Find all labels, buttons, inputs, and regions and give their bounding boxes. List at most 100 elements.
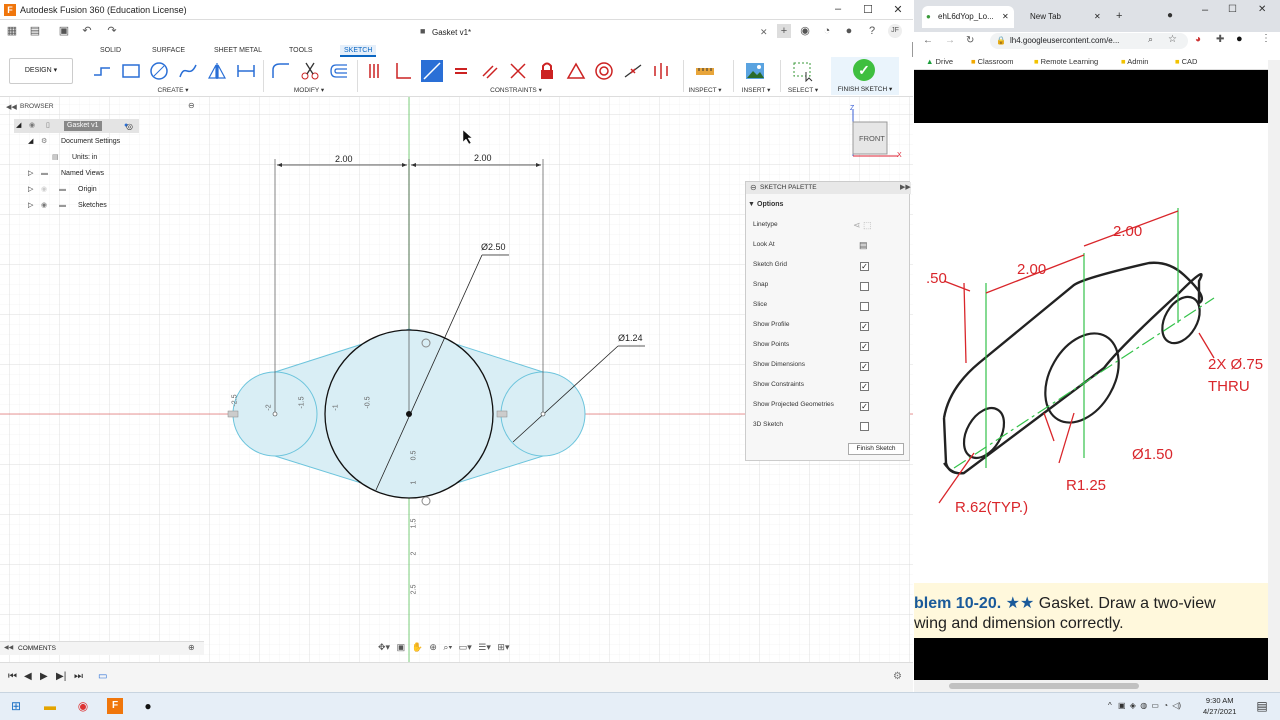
maximize-button[interactable]: ☐ xyxy=(860,3,876,16)
lock-constraint-icon[interactable] xyxy=(536,60,558,82)
viewcube[interactable]: FRONT Z X xyxy=(846,104,906,164)
measure-tool-icon[interactable] xyxy=(694,60,716,82)
display-settings-icon[interactable]: ▭▾ xyxy=(459,642,472,652)
show-projected-checkbox[interactable]: ✓ xyxy=(860,402,869,411)
dimension-left-value[interactable]: 2.00 xyxy=(335,154,353,164)
zoom-icon[interactable]: ⊕ xyxy=(429,642,437,652)
timeline-settings-icon[interactable]: ⚙ xyxy=(893,671,902,682)
workspace-switcher[interactable]: DESIGN ▾ xyxy=(9,58,73,84)
expand-icon[interactable]: ▷ xyxy=(28,167,33,181)
notifications-icon[interactable]: ● xyxy=(842,24,856,38)
taskbar-clock[interactable]: 9:30 AM 4/27/2021 xyxy=(1203,695,1236,717)
minimize-button[interactable]: – xyxy=(830,3,846,15)
line-tool-icon[interactable] xyxy=(91,60,113,82)
tab-close-icon[interactable]: ✕ xyxy=(1094,6,1101,28)
spline-tool-icon[interactable] xyxy=(177,60,199,82)
small-diameter-value[interactable]: Ø1.24 xyxy=(618,333,643,343)
file-explorer-icon[interactable]: ▬ xyxy=(42,698,58,714)
tab-sketch[interactable]: SKETCH xyxy=(340,45,377,57)
comments-collapse-icon[interactable]: ◀◀ xyxy=(4,644,13,651)
chrome-tab-new[interactable]: New Tab ✕ xyxy=(1014,6,1106,28)
constraints-group-label[interactable]: CONSTRAINTS ▾ xyxy=(483,86,549,94)
eye-icon[interactable]: ◉ xyxy=(29,119,35,133)
timeline-prev-icon[interactable]: ◀ xyxy=(24,671,32,682)
notifications-center-icon[interactable]: ▤ xyxy=(1254,698,1270,714)
dimension-tool-icon[interactable] xyxy=(235,60,257,82)
viewcube-face-label[interactable]: FRONT xyxy=(859,134,885,143)
timeline-sketch-feature-icon[interactable]: ▭ xyxy=(98,671,107,682)
rectangle-tool-icon[interactable] xyxy=(120,60,142,82)
save-icon[interactable]: ▣ xyxy=(57,24,71,38)
perpendicular-x-constraint-icon[interactable] xyxy=(507,60,529,82)
tray-app-icon[interactable]: ◈ xyxy=(1130,701,1136,710)
offset-tool-icon[interactable] xyxy=(328,60,350,82)
grid-settings-icon[interactable]: ☰▾ xyxy=(478,642,491,652)
scrollbar-thumb[interactable] xyxy=(949,683,1139,689)
expand-icon[interactable]: ▷ xyxy=(28,199,33,213)
bookmark-classroom[interactable]: ■ Classroom xyxy=(971,57,1013,66)
tab-close-icon[interactable]: ✕ xyxy=(1002,6,1009,28)
tab-sheet-metal[interactable]: SHEET METAL xyxy=(214,45,262,57)
pan-icon[interactable]: ✋ xyxy=(412,642,423,652)
palette-options-icon[interactable]: ⊖ xyxy=(750,183,757,192)
trim-tool-icon[interactable] xyxy=(299,60,321,82)
bookmark-cad[interactable]: ■ CAD xyxy=(1175,57,1197,66)
show-constraints-checkbox[interactable]: ✓ xyxy=(860,382,869,391)
browser-item-origin[interactable]: ▷ ◉ ▬ Origin xyxy=(26,183,186,197)
options-section-label[interactable]: Options xyxy=(757,201,783,208)
back-icon[interactable]: ← xyxy=(923,35,933,46)
eye-icon[interactable]: ◉ xyxy=(41,183,47,197)
palette-expand-icon[interactable]: ▶▶ xyxy=(900,183,911,191)
bookmark-star-icon[interactable]: ☆ xyxy=(1168,34,1177,45)
timeline-start-icon[interactable]: ⏮ xyxy=(8,671,17,682)
chrome-menu-icon[interactable]: ⋮ xyxy=(1261,33,1271,44)
job-status-icon[interactable]: ◔ xyxy=(820,24,834,38)
create-group-label[interactable]: CREATE ▾ xyxy=(150,86,196,94)
palette-finish-sketch-button[interactable]: Finish Sketch xyxy=(848,443,904,455)
timeline-play-icon[interactable]: ▶ xyxy=(40,671,48,682)
linetype-icon[interactable]: ⋖ ⬚ xyxy=(853,220,872,231)
midpoint-constraint-icon[interactable] xyxy=(622,60,644,82)
finish-sketch-button[interactable]: ✓ FINISH SKETCH ▾ xyxy=(831,57,899,95)
inspect-group-label[interactable]: INSPECT ▾ xyxy=(684,86,726,94)
app-grid-icon[interactable]: ▦ xyxy=(5,24,19,38)
redo-icon[interactable]: ↷ xyxy=(105,24,119,38)
insert-image-icon[interactable] xyxy=(744,60,766,82)
mirror-tool-icon[interactable] xyxy=(206,60,228,82)
help-icon[interactable]: ? xyxy=(865,24,879,38)
viewports-icon[interactable]: ⊞▾ xyxy=(497,642,509,652)
user-avatar[interactable]: JF xyxy=(888,24,902,38)
chrome-minimize-button[interactable]: – xyxy=(1202,4,1208,16)
network-icon[interactable]: ◔ xyxy=(1163,701,1168,710)
bookmark-admin[interactable]: ■ Admin xyxy=(1121,57,1148,66)
section-toggle-icon[interactable]: ▼ xyxy=(748,201,755,208)
collapse-icon[interactable]: ◀◀ xyxy=(6,103,17,111)
slice-checkbox[interactable] xyxy=(860,302,869,311)
look-at-icon[interactable]: ▣ xyxy=(397,642,406,652)
tab-tools[interactable]: TOOLS xyxy=(289,45,313,57)
volume-icon[interactable]: ◁) xyxy=(1172,701,1181,710)
browser-item-named-views[interactable]: ▷ ▬ Named Views xyxy=(26,167,186,181)
battery-icon[interactable]: ▭ xyxy=(1151,701,1159,710)
show-dimensions-checkbox[interactable]: ✓ xyxy=(860,362,869,371)
fix-constraint-icon[interactable] xyxy=(421,60,443,82)
tray-app-icon[interactable]: ▣ xyxy=(1118,701,1126,710)
browser-options-icon[interactable]: ⊖ xyxy=(188,101,195,110)
chrome-avatar[interactable]: ● xyxy=(1236,33,1243,45)
obs-taskbar-icon[interactable]: ● xyxy=(140,698,156,714)
close-tab-icon[interactable]: ✕ xyxy=(760,27,768,38)
comments-panel[interactable]: COMMENTS xyxy=(0,641,204,655)
chrome-profile-icon[interactable]: ● xyxy=(1167,10,1173,21)
bookmark-drive[interactable]: ▲ Drive xyxy=(926,57,953,66)
big-diameter-value[interactable]: Ø2.50 xyxy=(481,242,506,252)
radio-target-icon[interactable]: ◎ xyxy=(126,122,133,131)
parallel-constraint-icon[interactable] xyxy=(479,60,501,82)
browser-item-units[interactable]: ▤ Units: in xyxy=(50,151,150,165)
chrome-close-button[interactable]: ✕ xyxy=(1258,4,1266,15)
file-menu-icon[interactable]: ▤ xyxy=(28,24,42,38)
chrome-maximize-button[interactable]: ☐ xyxy=(1228,4,1237,15)
tray-app-icon[interactable]: ◍ xyxy=(1140,701,1147,710)
address-bar[interactable]: lh4.googleusercontent.com/e... xyxy=(990,33,1188,49)
show-points-checkbox[interactable]: ✓ xyxy=(860,342,869,351)
right-center-point[interactable] xyxy=(540,411,546,417)
